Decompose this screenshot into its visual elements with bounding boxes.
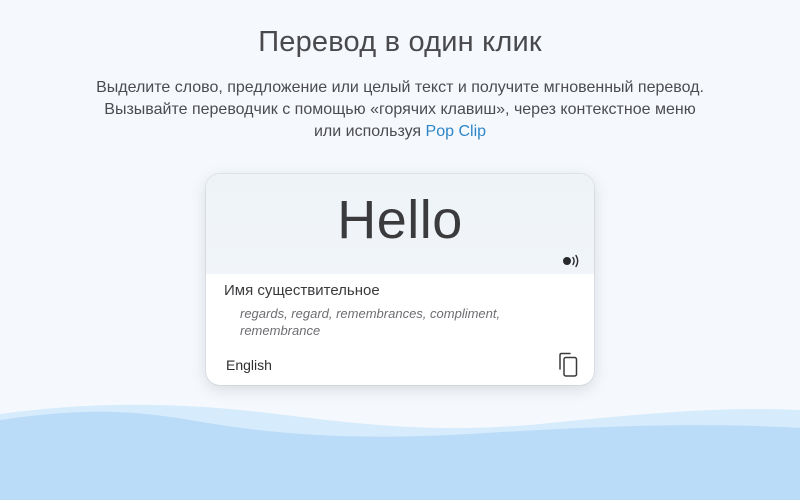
subtitle: Выделите слово, предложение или целый те… [0, 77, 800, 143]
background-waves [0, 404, 800, 500]
language-selector[interactable]: English [226, 357, 272, 373]
subtitle-line-1: Выделите слово, предложение или целый те… [96, 79, 704, 96]
translation-card: Hello Имя существительное regards, regar… [206, 174, 594, 385]
speaker-icon[interactable] [562, 254, 582, 268]
part-of-speech: Имя существительное [224, 282, 380, 299]
popclip-link[interactable]: Pop Clip [426, 123, 486, 140]
source-word: Hello [337, 190, 463, 250]
subtitle-line-2: Вызывайте переводчик с помощью «горячих … [104, 101, 696, 118]
card-word-area: Hello [206, 174, 594, 274]
copy-icon[interactable] [557, 352, 579, 378]
page-title: Перевод в один клик [258, 26, 542, 58]
subtitle-line-3: или используя Pop Clip [0, 121, 800, 143]
synonyms-list: regards, regard, remembrances, complimen… [240, 305, 540, 339]
synonyms-line-1: regards, regard, remembrances, complimen… [240, 306, 501, 321]
synonyms-line-2: remembrance [240, 323, 321, 338]
subtitle-line-3-text: или используя [313, 123, 422, 140]
